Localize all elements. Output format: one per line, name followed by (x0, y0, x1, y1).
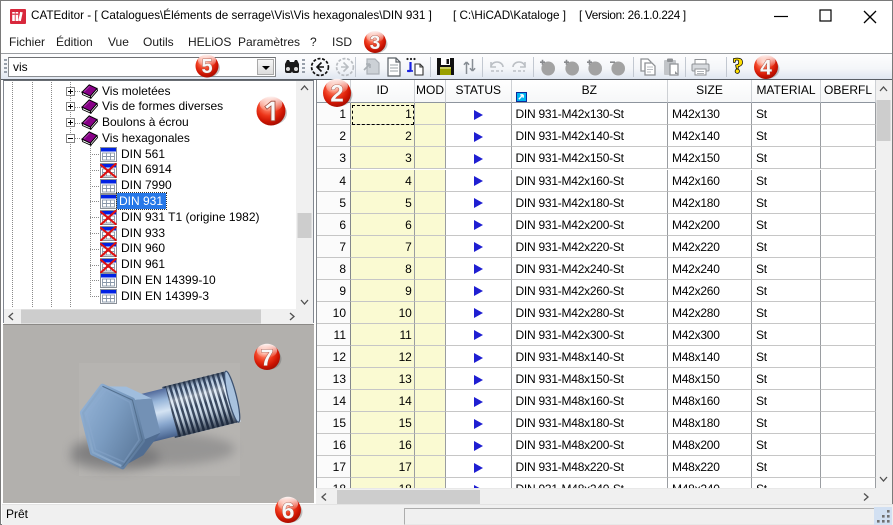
svg-text:?: ? (733, 57, 744, 77)
